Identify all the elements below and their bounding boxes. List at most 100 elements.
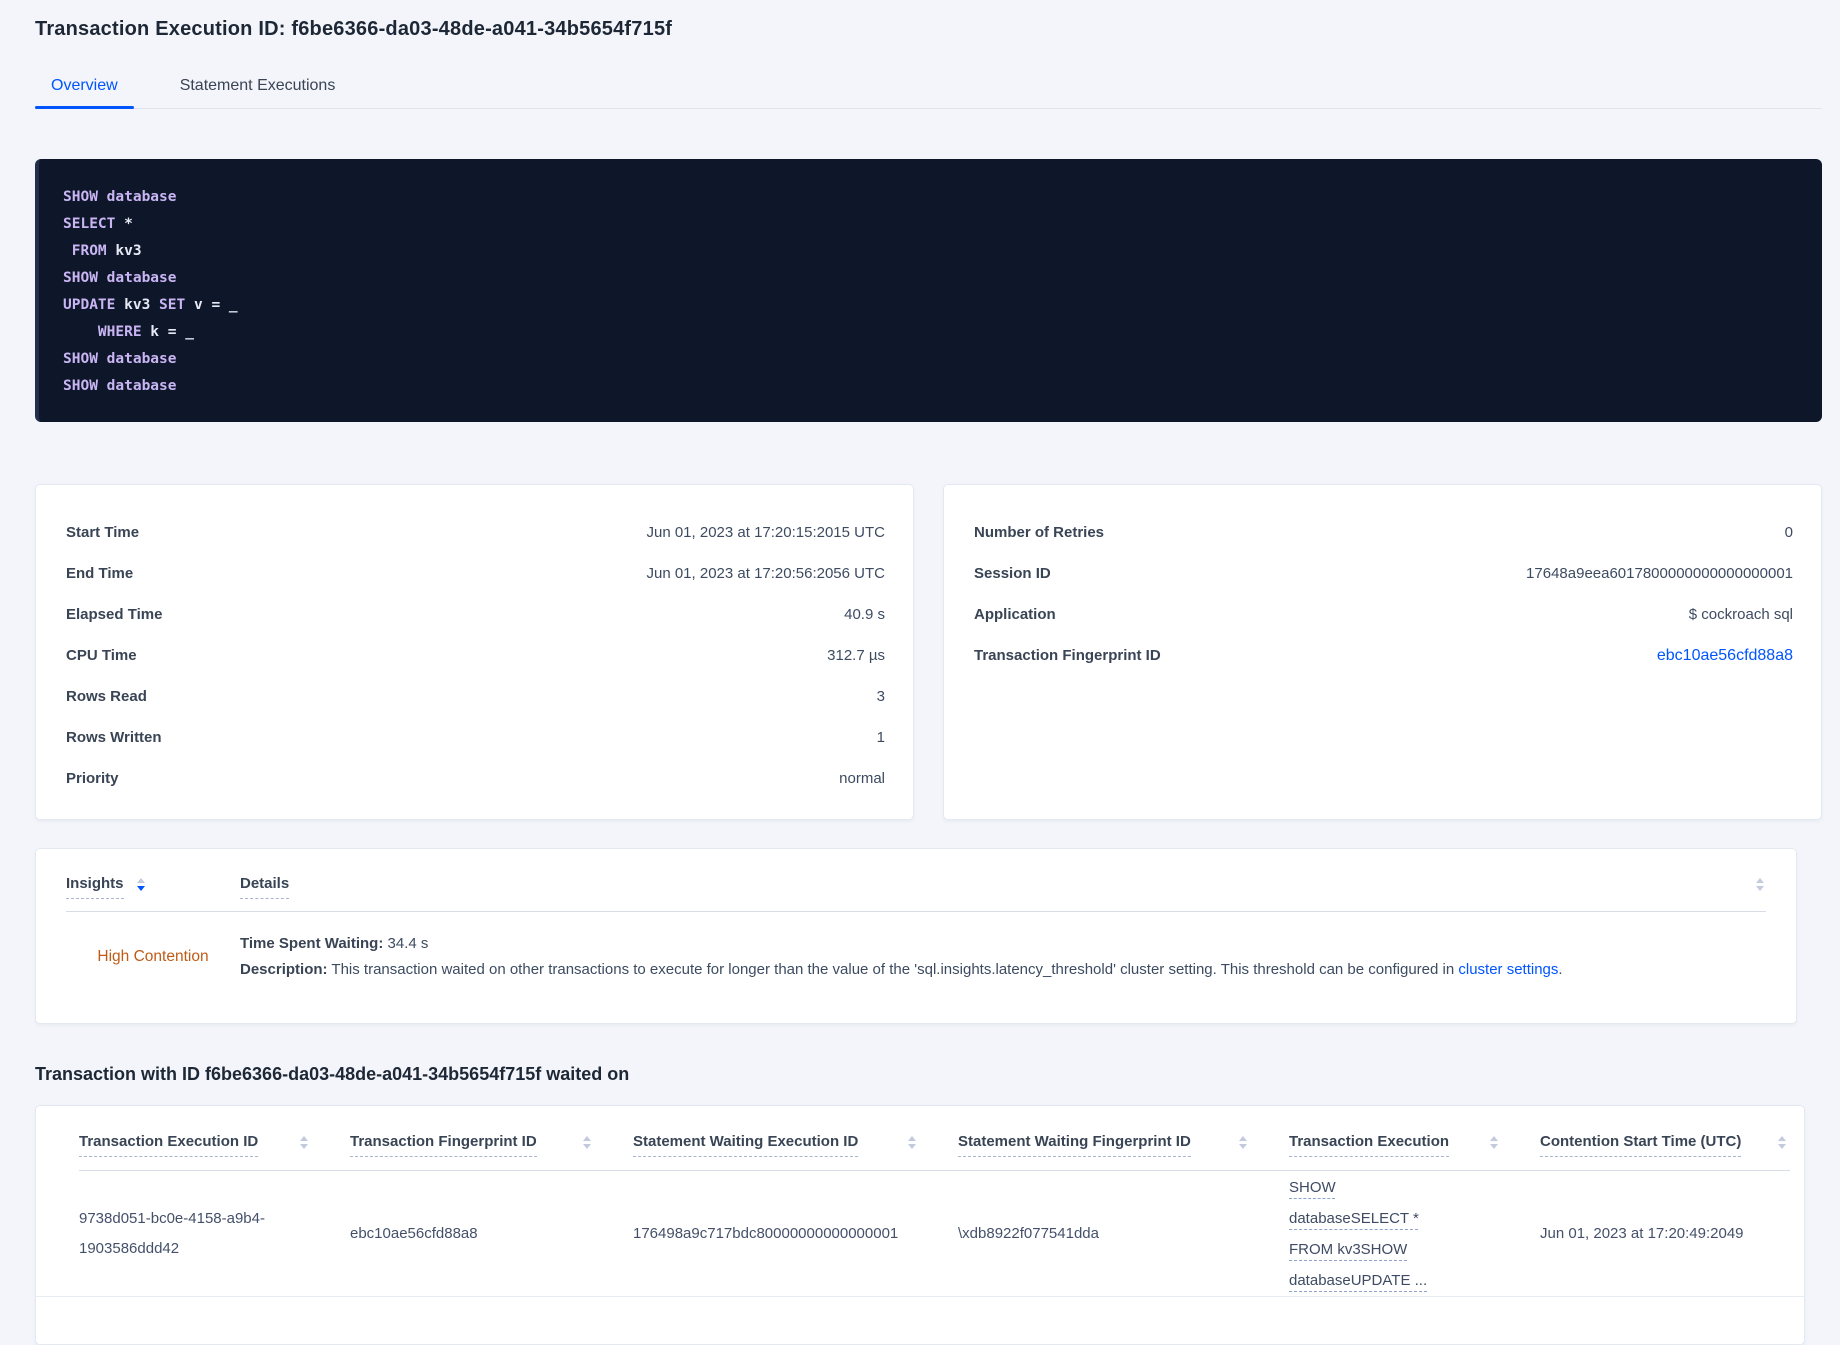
- waited-on-table-header: Transaction Execution ID Transaction Fing…: [36, 1106, 1804, 1157]
- sort-icon[interactable]: [583, 1136, 591, 1149]
- summary-row: Transaction Fingerprint ID ebc10ae56cfd88…: [974, 635, 1793, 676]
- sql-line: SHOW database: [63, 373, 1798, 400]
- transaction-execution-id-cell: 9738d051-bc0e-4158-a9b4-1903586ddd42: [79, 1209, 265, 1257]
- summary-row: Start Time Jun 01, 2023 at 17:20:15:2015 …: [66, 512, 885, 553]
- time-spent-waiting-value: 34.4 s: [383, 935, 429, 952]
- sort-icon[interactable]: [1756, 878, 1764, 891]
- column-header-label[interactable]: Transaction Execution ID: [79, 1133, 259, 1157]
- sql-text: v = _: [185, 297, 238, 313]
- sql-code: SHOW database SELECT * FROM kv3 SHOW datab…: [63, 184, 1798, 400]
- sort-icon[interactable]: [1490, 1136, 1498, 1149]
- column-header-label[interactable]: Transaction Fingerprint ID: [350, 1133, 537, 1157]
- sql-text: kv3: [115, 297, 160, 313]
- column-header[interactable]: Transaction Execution ID: [79, 1133, 350, 1157]
- summary-row-label: Application: [974, 606, 1056, 623]
- column-header[interactable]: Transaction Execution: [1289, 1133, 1540, 1157]
- tab-overview-label: Overview: [51, 77, 118, 94]
- summary-row: CPU Time 312.7 µs: [66, 635, 885, 676]
- contention-start-time-cell: Jun 01, 2023 at 17:20:49:2049: [1540, 1224, 1744, 1242]
- content-container: Transaction Execution ID: f6be6366-da03-…: [35, 18, 1822, 1345]
- sort-icon[interactable]: [1778, 1136, 1786, 1149]
- time-spent-waiting: Time Spent Waiting: 34.4 s: [240, 931, 1563, 957]
- session-details-card: Number of Retries 0 Session ID 17648a9eea60…: [943, 484, 1822, 820]
- summary-row-value: 1: [876, 729, 885, 746]
- column-header[interactable]: Contention Start Time (UTC): [1540, 1133, 1790, 1157]
- summary-row-value: 3: [876, 688, 885, 705]
- sql-line: UPDATE kv3 SET v = _: [63, 292, 1798, 319]
- column-header-label[interactable]: Statement Waiting Execution ID: [633, 1133, 859, 1157]
- sort-icon[interactable]: [908, 1136, 916, 1149]
- column-header-label[interactable]: Transaction Execution: [1289, 1133, 1450, 1157]
- column-header[interactable]: Transaction Fingerprint ID: [350, 1133, 633, 1157]
- column-header-insights[interactable]: Insights: [66, 875, 240, 899]
- summary-row: Rows Written 1: [66, 717, 885, 758]
- summary-row: Rows Read 3: [66, 676, 885, 717]
- column-header-label[interactable]: Contention Start Time (UTC): [1540, 1133, 1742, 1157]
- sort-icon[interactable]: [300, 1136, 308, 1149]
- summary-row: Application $ cockroach sql: [974, 594, 1793, 635]
- summary-row-label: Elapsed Time: [66, 606, 163, 623]
- sql-keyword: SELECT: [63, 216, 116, 232]
- sql-keyword: SHOW database: [63, 270, 177, 286]
- time-spent-waiting-label: Time Spent Waiting:: [240, 935, 384, 952]
- column-header-label[interactable]: Statement Waiting Fingerprint ID: [958, 1133, 1191, 1157]
- summary-row: Number of Retries 0: [974, 512, 1793, 553]
- column-header-details[interactable]: Details: [240, 875, 290, 899]
- summary-row-label: Session ID: [974, 565, 1051, 582]
- sql-text: *: [115, 216, 133, 232]
- sql-keyword: UPDATE: [63, 297, 116, 313]
- summary-row-label: End Time: [66, 565, 134, 582]
- table-row: 9738d051-bc0e-4158-a9b4-1903586ddd42 ebc1…: [36, 1171, 1804, 1297]
- statement-waiting-fingerprint-id-cell: \xdb8922f077541dda: [958, 1224, 1099, 1242]
- summary-row-value: normal: [839, 770, 885, 787]
- description-label: Description:: [240, 961, 328, 978]
- summary-row-value: 0: [1784, 524, 1793, 541]
- summary-row-label: Rows Read: [66, 688, 147, 705]
- summary-row: Session ID 17648a9eea60178000000000000000…: [974, 553, 1793, 594]
- waited-on-table-card: Transaction Execution ID Transaction Fing…: [35, 1105, 1805, 1345]
- sql-text: k = _: [141, 324, 194, 340]
- waited-on-heading: Transaction with ID f6be6366-da03-48de-a…: [35, 1064, 630, 1084]
- sql-line: SHOW database: [63, 346, 1798, 373]
- sql-keyword: WHERE: [97, 324, 142, 340]
- column-header[interactable]: Statement Waiting Fingerprint ID: [958, 1133, 1289, 1157]
- sql-keyword: SET: [159, 297, 186, 313]
- summary-row-value: 40.9 s: [844, 606, 885, 623]
- sort-icon[interactable]: [136, 878, 145, 899]
- tab-overview[interactable]: Overview: [35, 67, 134, 109]
- statement-waiting-execution-id-cell: 176498a9c717bdc80000000000000001: [633, 1224, 899, 1242]
- insights-table-header: Insights Details: [66, 849, 1766, 899]
- summary-row-value: $ cockroach sql: [1688, 606, 1793, 623]
- tab-bar: Overview Statement Executions: [35, 67, 1822, 109]
- insight-row: High Contention Time Spent Waiting: 34.4…: [66, 912, 1766, 983]
- insight-type-badge: High Contention: [97, 948, 209, 965]
- summary-row-label: Priority: [66, 770, 119, 787]
- summary-row-value: 312.7 µs: [827, 647, 885, 664]
- summary-row: Priority normal: [66, 758, 885, 799]
- column-header[interactable]: Statement Waiting Execution ID: [633, 1133, 958, 1157]
- insight-description: Description: This transaction waited on …: [240, 957, 1563, 983]
- summary-row-label: Start Time: [66, 524, 140, 541]
- fingerprint-id-link[interactable]: ebc10ae56cfd88a8: [1657, 647, 1793, 665]
- cluster-settings-link[interactable]: cluster settings: [1458, 961, 1558, 978]
- sort-icon[interactable]: [1239, 1136, 1247, 1149]
- summary-row: Elapsed Time 40.9 s: [66, 594, 885, 635]
- sql-statements-box: SHOW database SELECT * FROM kv3 SHOW datab…: [35, 159, 1822, 422]
- sql-line: SHOW database: [63, 184, 1798, 211]
- summary-cards-row: Start Time Jun 01, 2023 at 17:20:15:2015 …: [35, 484, 1822, 820]
- summary-row-value: 17648a9eea6017800000000000000001: [1526, 565, 1793, 582]
- tab-statement-executions-label: Statement Executions: [179, 77, 336, 94]
- insights-column-label[interactable]: Insights: [66, 875, 124, 899]
- description-text: This transaction waited on other transac…: [327, 961, 1459, 978]
- sql-line: SELECT *: [63, 211, 1798, 238]
- transaction-execution-link[interactable]: SHOW databaseSELECT * FROM kv3SHOW datab…: [1289, 1172, 1465, 1296]
- summary-row: End Time Jun 01, 2023 at 17:20:56:2056 UT…: [66, 553, 885, 594]
- page: { "header": { "title": "Transaction Exec…: [0, 18, 1840, 1345]
- tab-statement-executions[interactable]: Statement Executions: [164, 67, 352, 108]
- sql-keyword: SHOW database: [63, 189, 177, 205]
- details-column-label[interactable]: Details: [240, 875, 290, 899]
- sql-line: FROM kv3: [63, 238, 1798, 265]
- sql-text: kv3: [106, 243, 142, 259]
